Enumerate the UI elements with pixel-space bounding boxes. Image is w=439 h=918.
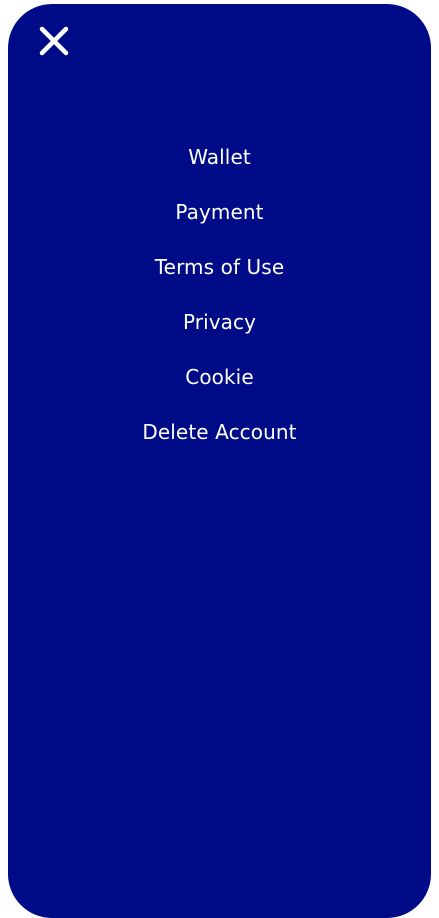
menu-link-terms-of-use[interactable]: Terms of Use <box>155 255 284 279</box>
menu-item-delete-account: Delete Account <box>8 412 431 467</box>
menu-link-delete-account[interactable]: Delete Account <box>142 420 296 444</box>
menu-item-cookie: Cookie <box>8 357 431 412</box>
close-button[interactable] <box>37 24 71 58</box>
menu-item-privacy: Privacy <box>8 302 431 357</box>
menu-list: Wallet Payment Terms of Use Privacy Cook… <box>8 137 431 467</box>
menu-link-cookie[interactable]: Cookie <box>185 365 253 389</box>
menu-item-wallet: Wallet <box>8 137 431 192</box>
menu-link-wallet[interactable]: Wallet <box>188 145 251 169</box>
menu-link-privacy[interactable]: Privacy <box>183 310 256 334</box>
menu-item-payment: Payment <box>8 192 431 247</box>
menu-panel: Wallet Payment Terms of Use Privacy Cook… <box>8 4 431 918</box>
close-icon <box>39 26 69 56</box>
menu-link-payment[interactable]: Payment <box>175 200 263 224</box>
menu-item-terms-of-use: Terms of Use <box>8 247 431 302</box>
